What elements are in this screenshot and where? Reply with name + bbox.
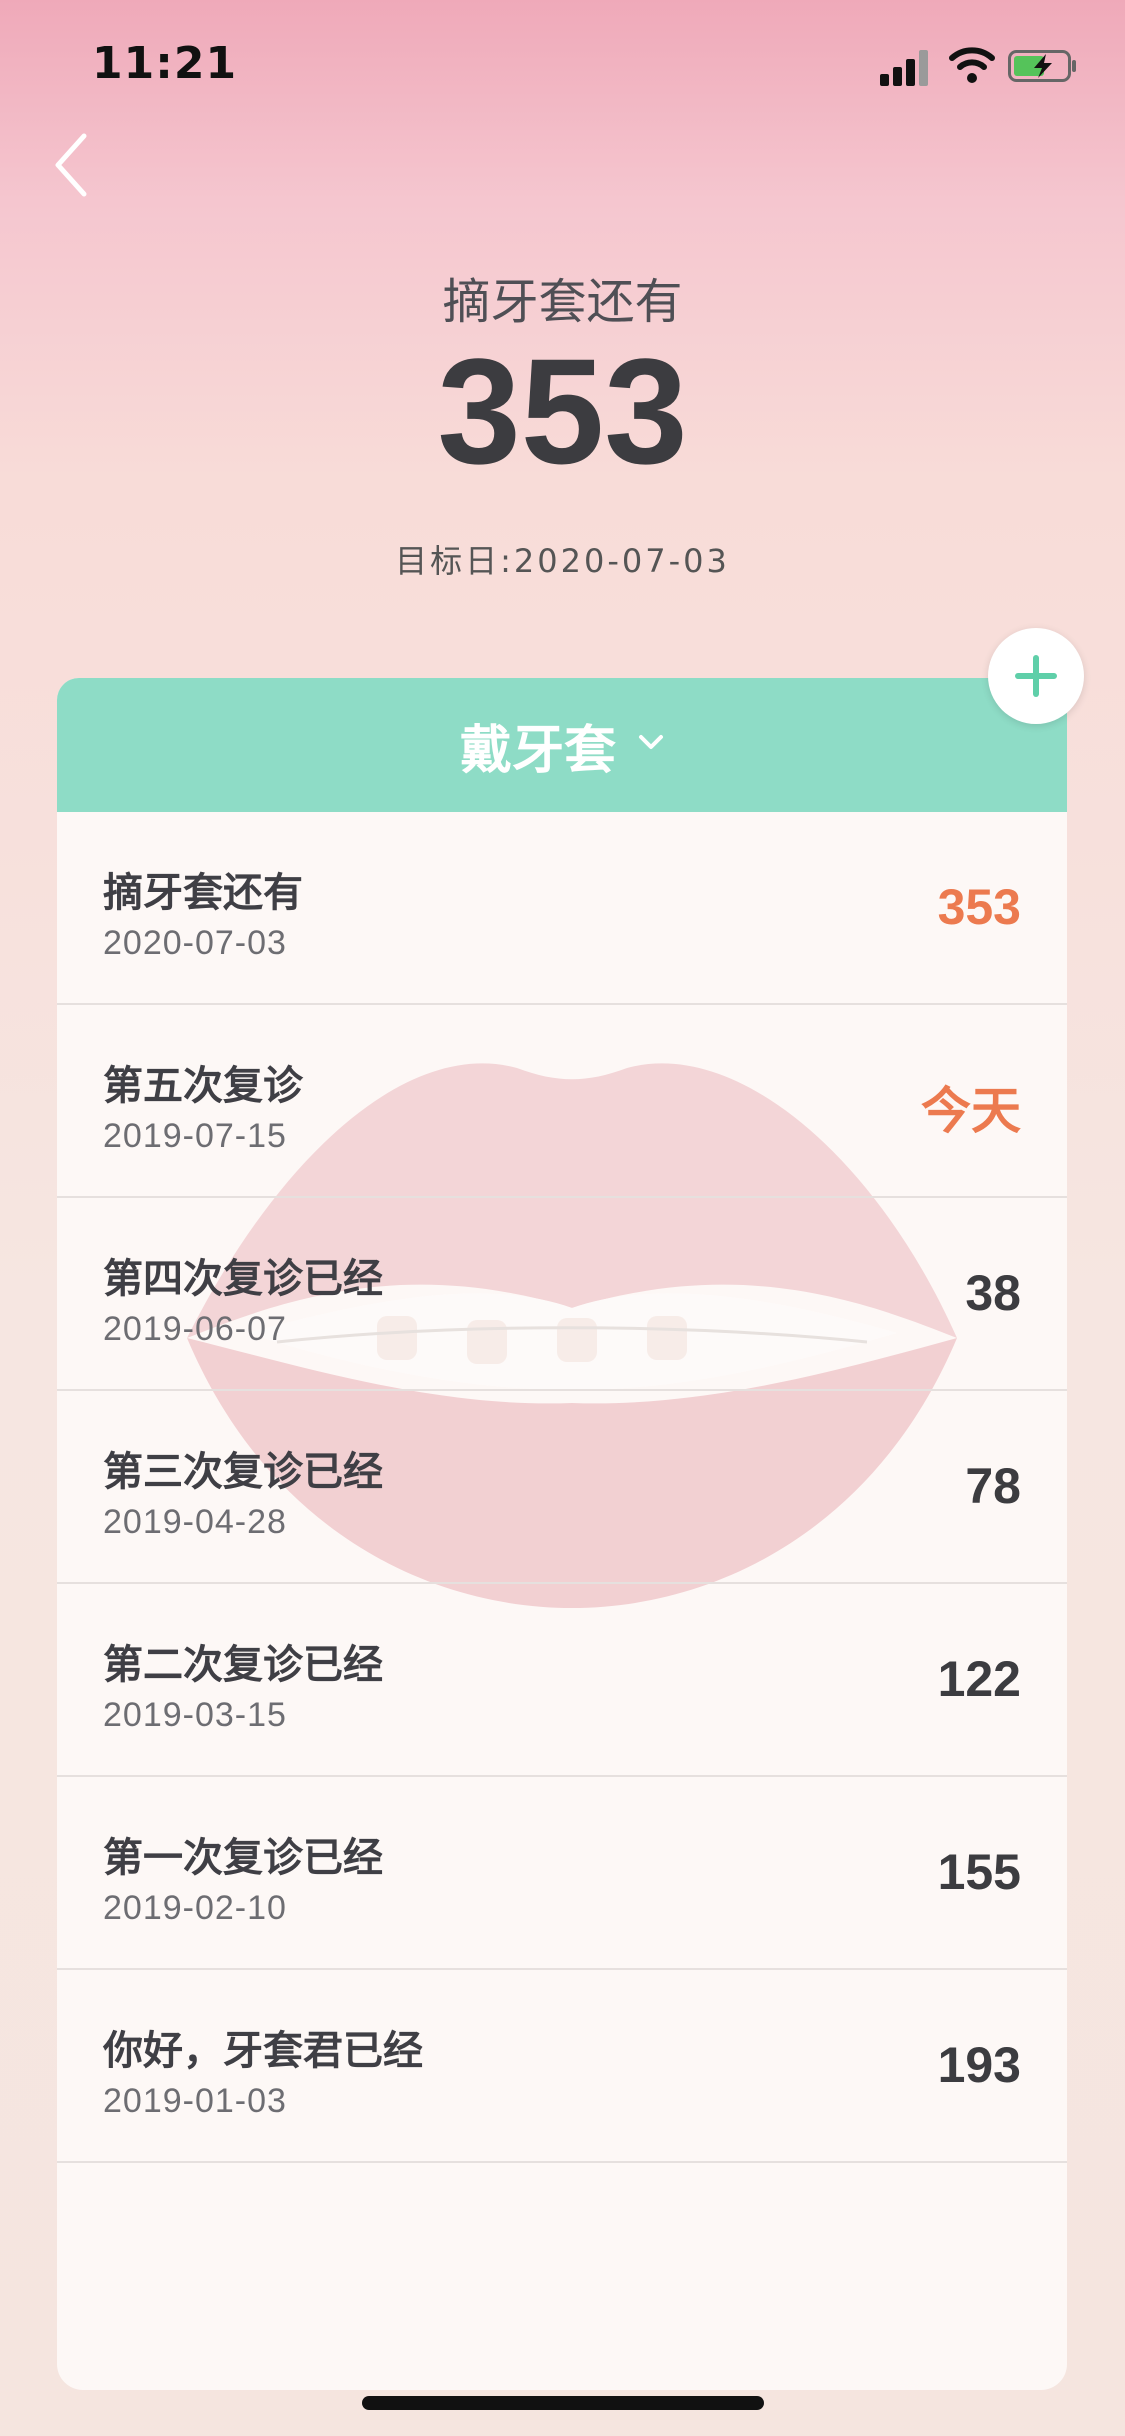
event-date: 2019-06-07 (103, 1310, 287, 1348)
event-date: 2020-07-03 (103, 924, 287, 962)
hero-label: 摘牙套还有 (442, 274, 683, 330)
event-days-value: 155 (937, 1844, 1021, 1900)
event-date: 2019-07-15 (103, 1117, 287, 1155)
event-date: 2019-01-03 (103, 2082, 287, 2120)
list-item[interactable]: 第四次复诊已经 2019-06-07 38 (57, 1198, 1067, 1391)
list-item[interactable]: 第二次复诊已经 2019-03-15 122 (57, 1584, 1067, 1777)
back-chevron-icon[interactable] (48, 130, 108, 200)
list-item[interactable]: 第三次复诊已经 2019-04-28 78 (57, 1391, 1067, 1584)
battery-charging-icon (1008, 50, 1076, 82)
home-indicator[interactable] (362, 2396, 764, 2410)
event-title: 你好，牙套君已经 (103, 2028, 423, 2074)
event-title: 第五次复诊 (103, 1063, 303, 1109)
event-title: 第二次复诊已经 (103, 1642, 383, 1688)
event-date: 2019-02-10 (103, 1889, 287, 1927)
list-item[interactable]: 摘牙套还有 2020-07-03 353 (57, 812, 1067, 1005)
wifi-icon (949, 47, 995, 83)
status-time: 11:21 (92, 38, 238, 89)
event-days-value: 122 (937, 1651, 1021, 1707)
plus-icon (1015, 655, 1057, 697)
list-item[interactable]: 第五次复诊 2019-07-15 今天 (57, 1005, 1067, 1198)
event-title: 第三次复诊已经 (103, 1449, 383, 1495)
event-list: 摘牙套还有 2020-07-03 353 第五次复诊 2019-07-15 今天… (57, 812, 1067, 2163)
event-days-value: 353 (937, 879, 1021, 935)
events-card: 戴牙套 摘牙套还有 2020-07-03 353 第五次复诊 2019-07-1… (57, 678, 1067, 2390)
add-event-button[interactable] (988, 628, 1084, 724)
event-days-value: 78 (965, 1458, 1021, 1514)
status-bar: 11:21 (0, 0, 1125, 140)
event-days-value: 38 (965, 1265, 1021, 1321)
event-days-value: 193 (937, 2037, 1021, 2093)
event-date: 2019-03-15 (103, 1696, 287, 1734)
hero-days-count: 353 (437, 327, 688, 495)
event-date: 2019-04-28 (103, 1503, 287, 1541)
event-title: 第一次复诊已经 (103, 1835, 383, 1881)
cellular-signal-icon (880, 48, 932, 86)
category-title: 戴牙套 (459, 720, 616, 781)
chevron-down-icon (639, 735, 663, 749)
category-selector[interactable]: 戴牙套 (57, 678, 1067, 812)
target-date: 目标日:2020-07-03 (395, 542, 730, 580)
event-title: 第四次复诊已经 (103, 1256, 383, 1302)
list-item[interactable]: 你好，牙套君已经 2019-01-03 193 (57, 1970, 1067, 2163)
list-item[interactable]: 第一次复诊已经 2019-02-10 155 (57, 1777, 1067, 1970)
event-title: 摘牙套还有 (103, 870, 303, 916)
event-days-value: 今天 (921, 1083, 1021, 1139)
